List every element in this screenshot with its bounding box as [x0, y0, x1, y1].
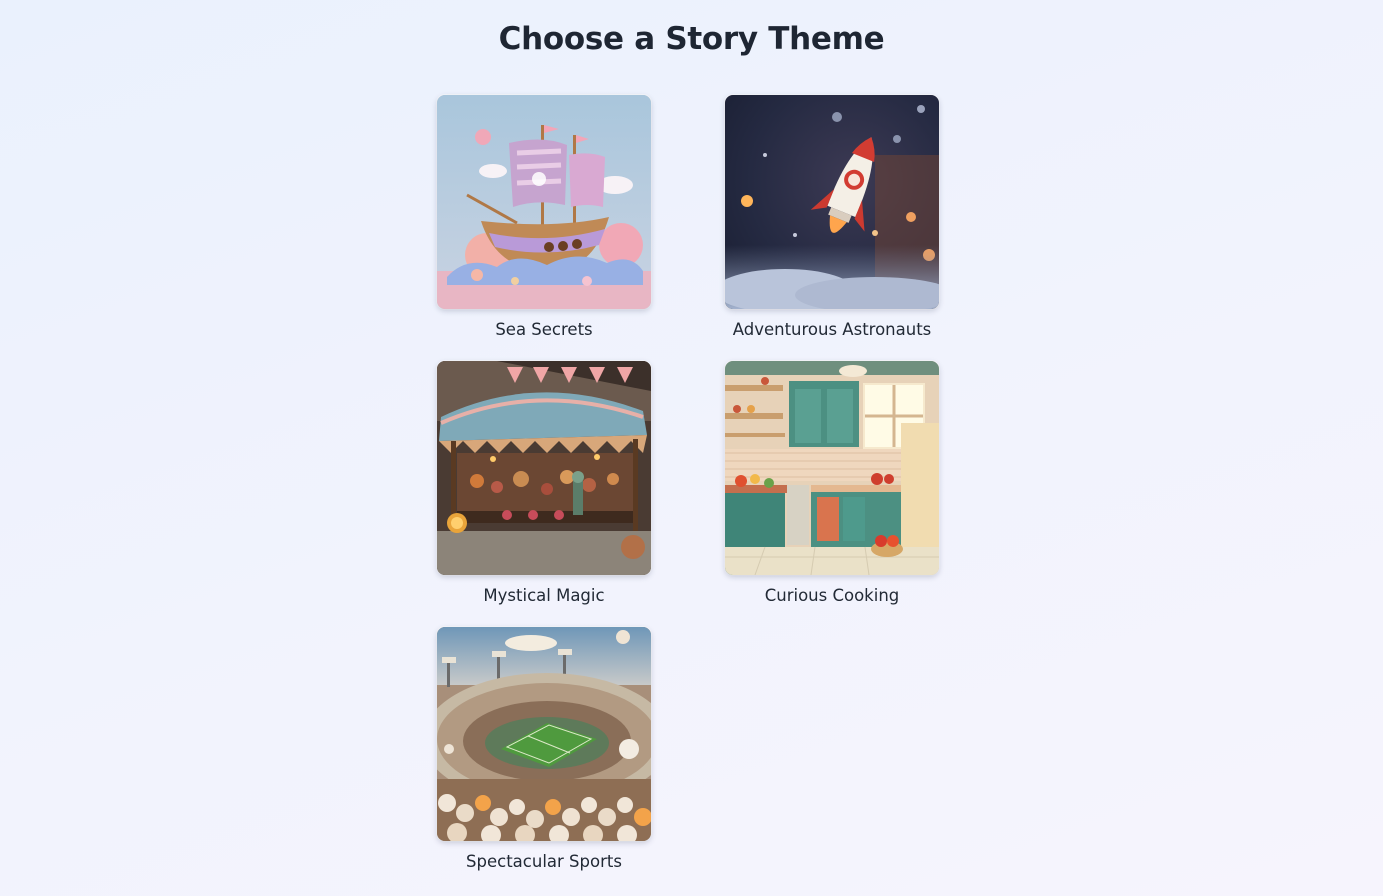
- theme-grid: Sea Secrets Adventurous Astronauts Mysti…: [0, 0, 1383, 896]
- rocket-image[interactable]: [725, 95, 939, 309]
- theme-label: Curious Cooking: [764, 586, 900, 605]
- theme-label: Mystical Magic: [483, 586, 605, 605]
- theme-card-mystical-magic[interactable]: Mystical Magic: [437, 361, 651, 607]
- stadium-image[interactable]: [437, 627, 651, 841]
- theme-card-curious-cooking[interactable]: Curious Cooking: [725, 361, 939, 607]
- theme-label: Sea Secrets: [495, 320, 593, 339]
- theme-label: Adventurous Astronauts: [732, 320, 932, 339]
- theme-card-sea-secrets[interactable]: Sea Secrets: [437, 95, 651, 341]
- theme-card-spectacular-sports[interactable]: Spectacular Sports: [437, 627, 651, 873]
- theme-label: Spectacular Sports: [466, 852, 622, 871]
- theme-card-adventurous-astronauts[interactable]: Adventurous Astronauts: [725, 95, 939, 341]
- kitchen-image[interactable]: [725, 361, 939, 575]
- market-stall-image[interactable]: [437, 361, 651, 575]
- pirate-ship-image[interactable]: [437, 95, 651, 309]
